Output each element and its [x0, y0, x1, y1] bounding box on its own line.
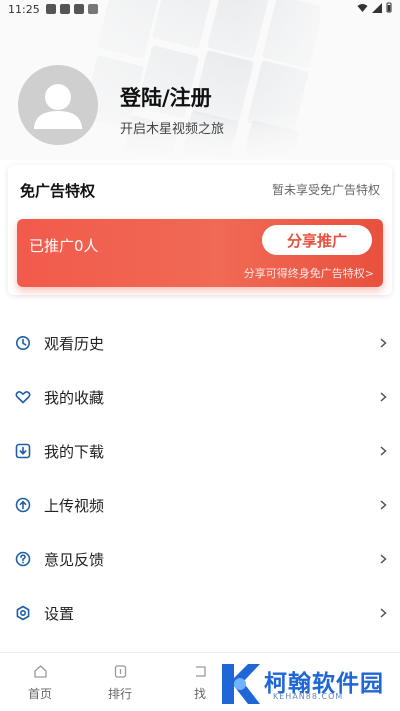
status-time: 11:25: [8, 2, 40, 16]
watermark-logo-icon: [222, 664, 260, 704]
home-icon: [32, 663, 48, 679]
menu-label: 设置: [44, 604, 75, 623]
share-promote-button[interactable]: 分享推广: [262, 225, 372, 255]
nav-label: 排行: [107, 687, 132, 701]
user-silhouette-icon: [34, 84, 82, 129]
share-promotion-banner[interactable]: 已推广0人 分享推广 分享可得终身免广告特权>: [17, 219, 383, 287]
promoted-count: 已推广0人: [29, 237, 99, 255]
history-icon: [14, 334, 32, 352]
chevron-right-icon: [378, 554, 388, 564]
notification-icon: [45, 4, 56, 14]
ranking-icon: [112, 663, 128, 679]
chevron-right-icon: [378, 446, 388, 456]
menu-item-history[interactable]: 观看历史: [0, 316, 400, 370]
watermark-domain: KEHAN88.COM: [273, 692, 344, 701]
menu-label: 意见反馈: [44, 550, 105, 569]
chevron-right-icon: [378, 608, 388, 618]
menu-item-favorites[interactable]: 我的收藏: [0, 370, 400, 424]
notification-icon: [87, 4, 98, 14]
menu-item-downloads[interactable]: 我的下载: [0, 424, 400, 478]
notification-icon: [59, 4, 70, 14]
settings-icon: [14, 604, 32, 622]
battery-icon: [386, 2, 392, 16]
login-register-link[interactable]: 登陆/注册: [120, 82, 212, 112]
ad-free-privilege-card: 免广告特权 暂未享受免广告特权 已推广0人 分享推广 分享可得终身免广告特权>: [8, 165, 392, 295]
profile-subtitle: 开启木星视频之旅: [120, 122, 225, 137]
nav-label: 找: [193, 687, 206, 701]
site-watermark: 柯翰软件园 KEHAN88.COM: [218, 660, 388, 708]
privilege-title: 免广告特权: [20, 182, 96, 200]
menu-label: 上传视频: [44, 496, 105, 515]
download-icon: [14, 442, 32, 460]
privilege-status: 暂未享受免广告特权: [271, 183, 380, 197]
avatar[interactable]: [18, 65, 98, 145]
feedback-icon: [14, 550, 32, 568]
find-icon: [192, 663, 208, 679]
menu-label: 观看历史: [44, 334, 105, 353]
wifi-icon: [357, 3, 368, 16]
chevron-right-icon: [378, 392, 388, 402]
share-hint-link[interactable]: 分享可得终身免广告特权>: [244, 265, 374, 281]
nav-label: 首页: [27, 687, 52, 701]
menu-item-upload[interactable]: 上传视频: [0, 478, 400, 532]
status-bar: 11:25: [0, 0, 400, 18]
favorite-icon: [14, 388, 32, 406]
chevron-right-icon: [378, 338, 388, 348]
nav-home[interactable]: 首页: [0, 653, 80, 711]
menu-item-settings[interactable]: 设置: [0, 586, 400, 640]
menu-list: 观看历史 我的收藏 我的下载 上传视频 意见反馈 设置: [0, 316, 400, 640]
menu-item-feedback[interactable]: 意见反馈: [0, 532, 400, 586]
menu-label: 我的下载: [44, 442, 105, 461]
signal-icon: [372, 2, 382, 16]
upload-icon: [14, 496, 32, 514]
nav-ranking[interactable]: 排行: [80, 653, 160, 711]
chevron-right-icon: [378, 500, 388, 510]
notification-icon: [73, 4, 84, 14]
menu-label: 我的收藏: [44, 388, 105, 407]
